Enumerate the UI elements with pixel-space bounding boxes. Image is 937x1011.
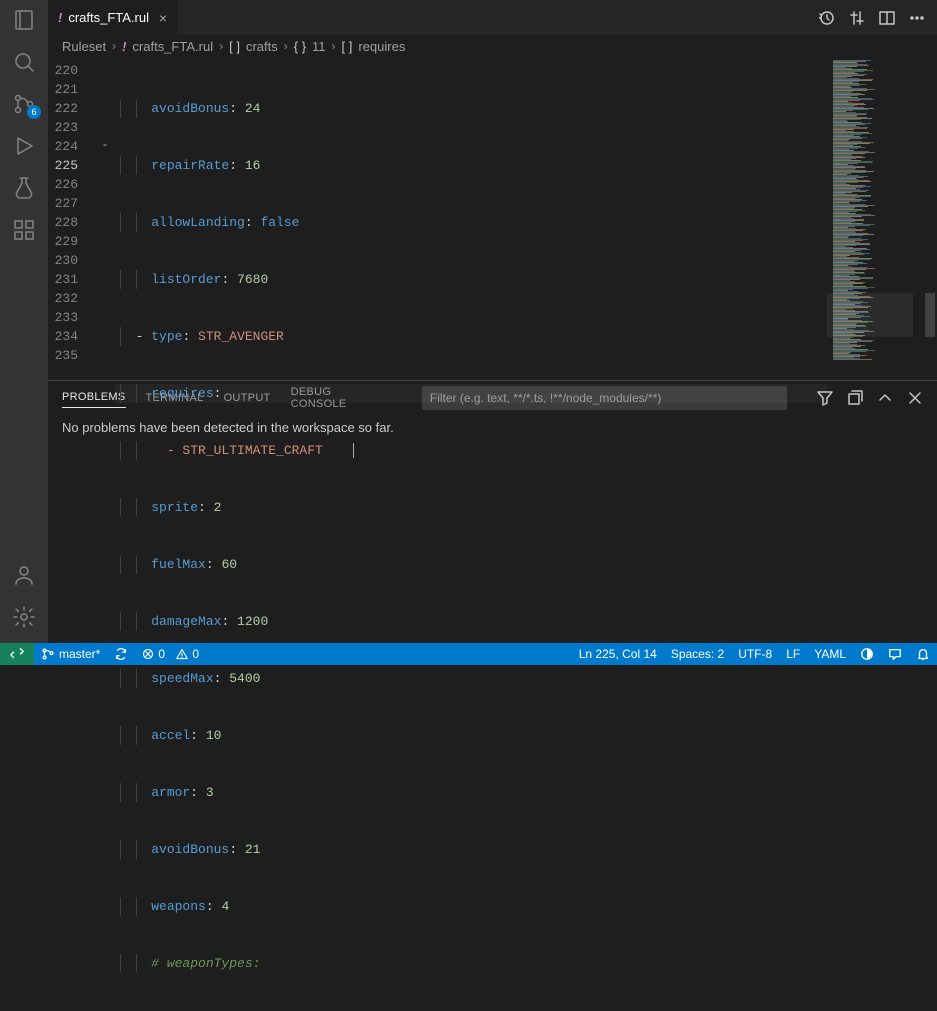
array-icon: [ ] [229,39,240,54]
fold-gutter[interactable]: - [96,57,114,380]
chevron-up-icon[interactable] [877,390,893,406]
breadcrumb-item[interactable]: Ruleset [62,39,106,54]
collapse-all-icon[interactable] [847,390,863,406]
diff-icon[interactable] [849,10,865,26]
array-icon: [ ] [342,39,353,54]
breadcrumb-item[interactable]: crafts [246,39,278,54]
object-icon: { } [294,39,306,54]
yaml-file-icon: ! [122,39,126,54]
minimap[interactable] [827,57,923,380]
breadcrumb-item[interactable]: requires [358,39,405,54]
settings-gear-icon[interactable] [12,605,36,629]
close-panel-icon[interactable] [907,390,923,406]
extensions-icon[interactable] [12,218,36,242]
timeline-icon[interactable] [819,10,835,26]
search-icon[interactable] [12,50,36,74]
explorer-icon[interactable] [12,8,36,32]
color-theme-icon[interactable] [853,647,881,661]
git-branch-status[interactable]: master* [34,647,107,661]
remote-indicator[interactable] [0,643,34,665]
more-icon[interactable] [909,10,925,26]
accounts-icon[interactable] [12,563,36,587]
scrollbar-thumb[interactable] [925,293,935,337]
code-editor[interactable]: avoidBonus: 24 repairRate: 16 allowLandi… [114,57,827,380]
fold-toggle[interactable]: - [96,137,114,156]
close-icon[interactable]: × [159,10,167,26]
scm-badge: 6 [27,105,41,119]
tab-crafts-fta[interactable]: ! crafts_FTA.rul × [48,0,178,35]
feedback-icon[interactable] [881,647,909,661]
source-control-icon[interactable]: 6 [12,92,36,116]
text-cursor [353,443,354,458]
yaml-file-icon: ! [58,10,62,25]
split-editor-icon[interactable] [879,10,895,26]
breadcrumb-item[interactable]: 11 [312,39,326,54]
vertical-scrollbar[interactable] [923,57,937,380]
activity-bar: 6 [0,0,48,643]
breadcrumb-item[interactable]: crafts_FTA.rul [132,39,213,54]
line-gutter: 220 221 222 223 224 225 226 227 228 229 … [48,57,96,380]
run-debug-icon[interactable] [12,134,36,158]
tab-label: crafts_FTA.rul [68,10,149,25]
tab-bar: ! crafts_FTA.rul × [48,0,937,35]
notifications-icon[interactable] [909,647,937,661]
testing-icon[interactable] [12,176,36,200]
breadcrumb[interactable]: Ruleset› ! crafts_FTA.rul› [ ] crafts› {… [48,35,937,57]
